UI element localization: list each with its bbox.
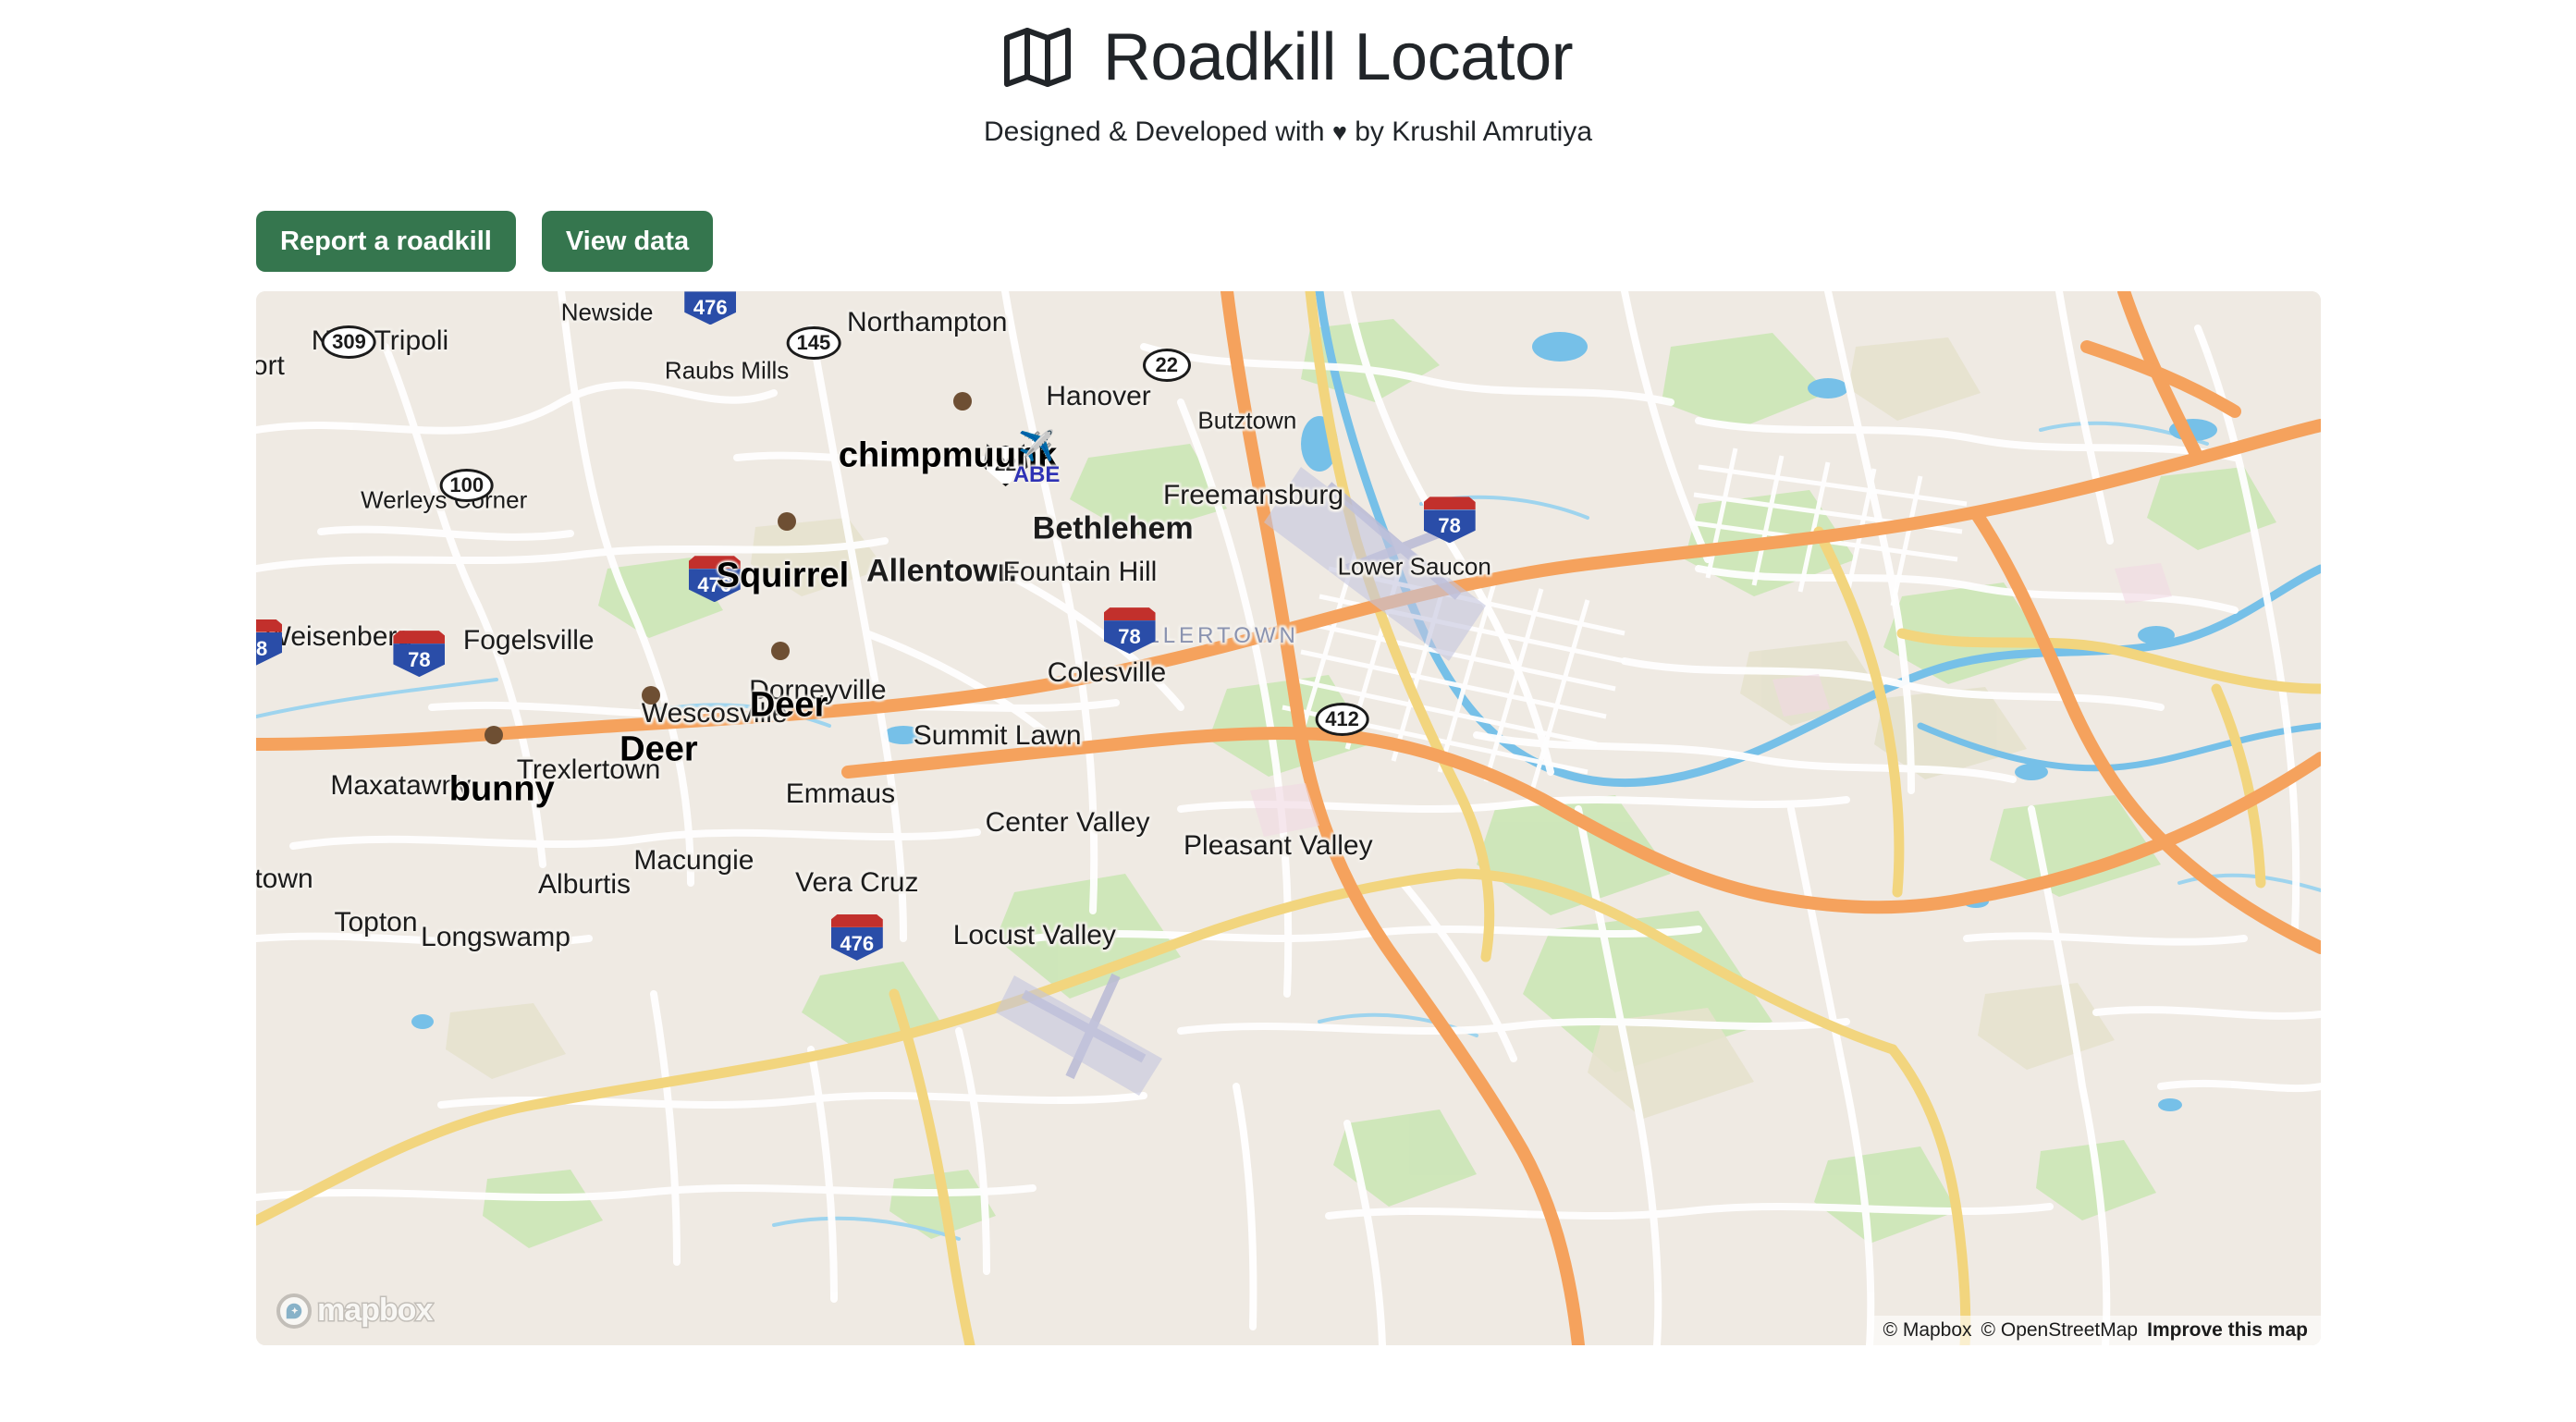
title-row: Roadkill Locator: [0, 13, 2576, 102]
action-button-row: Report a roadkill View data: [256, 211, 714, 272]
mapbox-logo[interactable]: mapbox: [276, 1292, 435, 1330]
subtitle-prefix: Designed & Developed with: [983, 116, 1332, 147]
roadkill-marker-dot[interactable]: [484, 725, 503, 744]
roadkill-marker-dot[interactable]: [777, 511, 796, 531]
heart-icon: ♥: [1331, 118, 1347, 146]
page-root: Roadkill Locator Designed & Developed wi…: [0, 0, 2576, 1422]
map-container[interactable]: ort New Tripoli Newside Raubs Mills Northamp…: [256, 291, 2321, 1345]
improve-this-map-link[interactable]: Improve this map: [2147, 1319, 2308, 1342]
page-header: Roadkill Locator Designed & Developed wi…: [0, 0, 2576, 148]
folded-map-icon: [1003, 27, 1083, 88]
map-basemap: [256, 291, 2321, 1345]
mapbox-wordmark: mapbox: [315, 1292, 434, 1330]
page-title: Roadkill Locator: [1102, 20, 1574, 94]
report-roadkill-button[interactable]: Report a roadkill: [256, 211, 516, 272]
roadkill-marker-dot[interactable]: [641, 685, 660, 705]
subtitle-suffix: by Krushil Amrutiya: [1346, 116, 1592, 147]
map-attribution: © Mapbox © OpenStreetMap Improve this ma…: [1871, 1316, 2321, 1345]
mapbox-mark-icon: [276, 1293, 312, 1329]
page-subtitle: Designed & Developed with ♥ by Krushil A…: [0, 116, 2576, 148]
roadkill-marker-dot[interactable]: [952, 391, 972, 411]
view-data-button[interactable]: View data: [541, 211, 714, 272]
attribution-osm-link[interactable]: © OpenStreetMap: [1981, 1319, 2139, 1342]
attribution-mapbox-link[interactable]: © Mapbox: [1883, 1319, 1972, 1342]
roadkill-marker-dot[interactable]: [771, 641, 791, 660]
